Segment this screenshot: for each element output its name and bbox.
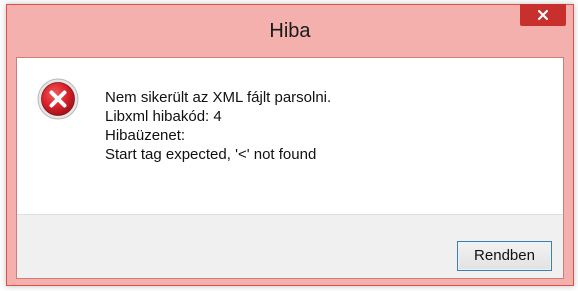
title-bar[interactable]: Hiba xyxy=(7,4,573,57)
ok-button[interactable]: Rendben xyxy=(457,241,552,271)
error-message: Nem sikerült az XML fájlt parsolni. Libx… xyxy=(105,88,331,164)
close-icon xyxy=(537,9,549,21)
close-button[interactable] xyxy=(520,4,566,26)
message-line: Start tag expected, '<' not found xyxy=(105,146,317,163)
dialog-client-area: Nem sikerült az XML fájlt parsolni. Libx… xyxy=(16,57,564,279)
message-line: Hibaüzenet: xyxy=(105,127,186,144)
dialog-title: Hiba xyxy=(269,20,311,42)
error-icon xyxy=(37,78,79,120)
message-line: Nem sikerült az XML fájlt parsolni. xyxy=(105,89,332,106)
message-area: Nem sikerült az XML fájlt parsolni. Libx… xyxy=(17,58,563,214)
button-bar: Rendben xyxy=(17,214,563,278)
message-line: Libxml hibakód: 4 xyxy=(105,108,222,125)
error-dialog: Hiba Nem sikerült az XML fájlt parsolni.… xyxy=(6,4,574,286)
